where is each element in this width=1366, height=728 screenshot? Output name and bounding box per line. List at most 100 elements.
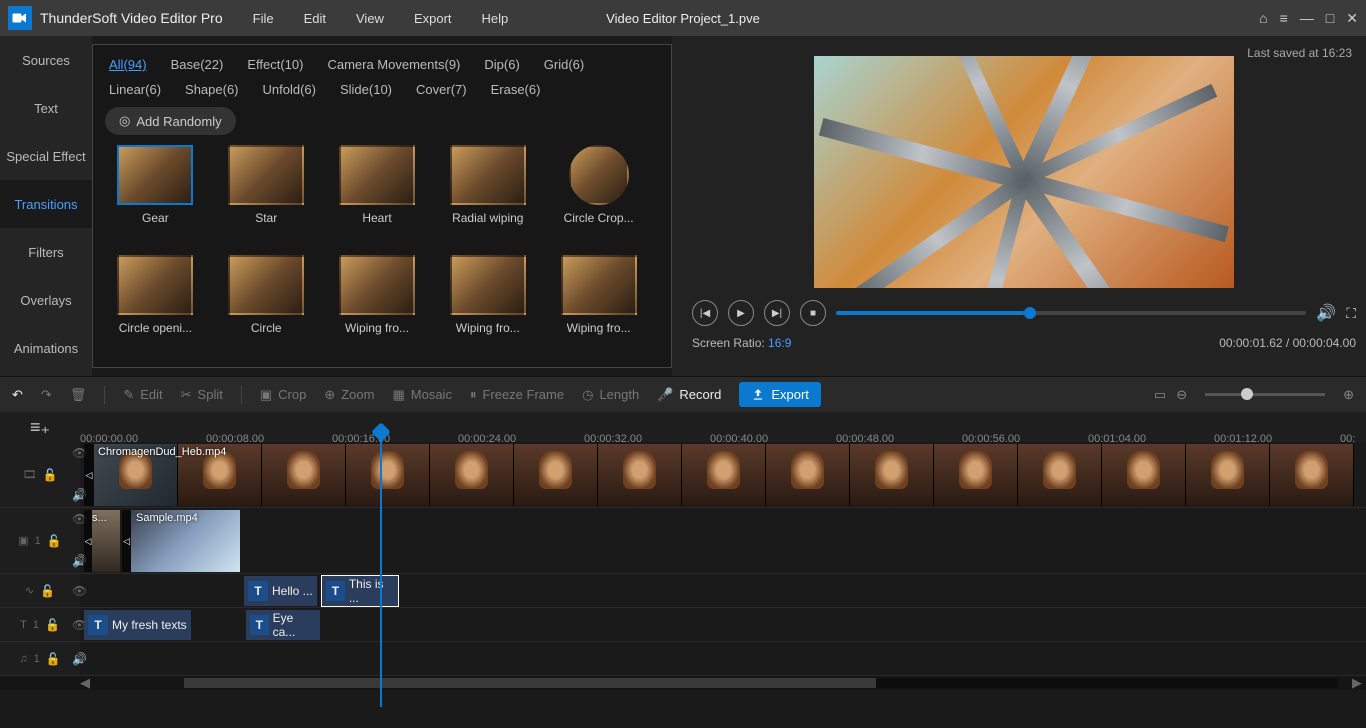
edit-tool[interactable]: ✎ Edit	[123, 387, 162, 403]
category-dip[interactable]: Dip(6)	[484, 57, 519, 72]
category-shape[interactable]: Shape(6)	[185, 82, 238, 97]
category-camera[interactable]: Camera Movements(9)	[327, 57, 460, 72]
zoom-in-icon[interactable]: ⊕	[1343, 387, 1354, 403]
menu-icon[interactable]: ≡	[1280, 10, 1288, 26]
video-clip-2b[interactable]: ◁ Sample.mp4	[122, 510, 240, 572]
lock-icon[interactable]: 🔓	[40, 584, 55, 598]
transition-label: Circle Crop...	[564, 211, 634, 225]
transition-thumb[interactable]	[117, 255, 193, 315]
sidebar-item-sources[interactable]: Sources	[0, 36, 92, 84]
visibility-icon[interactable]: 👁	[72, 584, 87, 598]
app-name: ThunderSoft Video Editor Pro	[40, 10, 223, 26]
playback-slider[interactable]	[836, 311, 1306, 315]
playback-time: 00:00:01.62 / 00:00:04.00	[1219, 336, 1356, 350]
category-erase[interactable]: Erase(6)	[491, 82, 541, 97]
transition-thumb[interactable]	[569, 145, 629, 205]
record-button[interactable]: 🎤 Record	[657, 387, 721, 403]
text-clip-1[interactable]: THello ...	[244, 576, 320, 606]
transition-label: Circle	[251, 321, 282, 335]
text-track-2-head: T 1 🔓	[0, 608, 80, 641]
video-track-2-head: ▣ 1 🔓	[0, 508, 80, 573]
minimize-icon[interactable]: —	[1300, 10, 1314, 26]
text-clip-2[interactable]: TThis is ...	[322, 576, 398, 606]
transition-thumb[interactable]	[450, 145, 526, 205]
lock-icon[interactable]: 🔓	[47, 534, 62, 548]
menu-help[interactable]: Help	[482, 11, 509, 26]
menu-file[interactable]: File	[253, 11, 274, 26]
screen-ratio-value[interactable]: 16:9	[768, 336, 791, 350]
transition-thumb[interactable]	[450, 255, 526, 315]
timeline: ≡₊ 00:00:00.0000:00:08.0000:00:16.0000:0…	[0, 412, 1366, 690]
transition-thumb[interactable]	[561, 255, 637, 315]
transition-thumb[interactable]	[117, 145, 193, 205]
redo-button[interactable]: ↷	[41, 387, 52, 403]
menu-view[interactable]: View	[356, 11, 384, 26]
transition-label: Radial wiping	[452, 211, 523, 225]
export-button[interactable]: Export	[739, 382, 821, 407]
zoom-out-icon[interactable]: ⊖	[1176, 387, 1187, 403]
freeze-frame-tool[interactable]: ⏸ Freeze Frame	[470, 387, 564, 403]
category-base[interactable]: Base(22)	[171, 57, 224, 72]
maximize-icon[interactable]: □	[1326, 10, 1334, 26]
category-linear[interactable]: Linear(6)	[109, 82, 161, 97]
main-menu: File Edit View Export Help	[253, 11, 509, 26]
audio-icon[interactable]: 🔊	[72, 652, 87, 666]
lock-icon[interactable]: 🔓	[46, 652, 61, 666]
length-tool[interactable]: ◷ Length	[582, 387, 639, 403]
prev-frame-button[interactable]: |◀	[692, 300, 718, 326]
audio-track-head: ♫ 1 🔓	[0, 642, 80, 675]
app-logo	[8, 6, 32, 30]
split-tool[interactable]: ✂ Split	[181, 387, 223, 403]
add-randomly-button[interactable]: ◎ Add Randomly	[105, 107, 236, 135]
lock-icon[interactable]: 🔓	[45, 618, 60, 632]
category-effect[interactable]: Effect(10)	[247, 57, 303, 72]
transition-label: Heart	[362, 211, 391, 225]
lock-icon[interactable]: 🔓	[43, 468, 58, 482]
fit-timeline-icon[interactable]: ▭	[1154, 387, 1166, 403]
transitions-grid: GearStarHeartRadial wipingCircle Crop...…	[105, 145, 659, 355]
next-frame-button[interactable]: ▶|	[764, 300, 790, 326]
home-icon[interactable]: ⌂	[1259, 10, 1267, 26]
track-text-icon: T	[20, 619, 27, 631]
sidebar-item-animations[interactable]: Animations	[0, 324, 92, 372]
playhead[interactable]	[380, 427, 382, 707]
mosaic-tool[interactable]: ▦ Mosaic	[392, 387, 451, 403]
transition-thumb[interactable]	[228, 255, 304, 315]
timeline-toolbar: ↶ ↷ 🗑 ✎ Edit ✂ Split ▣ Crop ⊕ Zoom ▦ Mos…	[0, 376, 1366, 412]
add-track-button[interactable]: ≡₊	[30, 417, 50, 438]
preview-canvas[interactable]	[814, 56, 1234, 288]
text-clip-4[interactable]: TEye ca...	[246, 610, 320, 640]
sidebar-item-overlays[interactable]: Overlays	[0, 276, 92, 324]
close-icon[interactable]: ✕	[1346, 10, 1358, 27]
category-unfold[interactable]: Unfold(6)	[263, 82, 316, 97]
sidebar-item-filters[interactable]: Filters	[0, 228, 92, 276]
category-grid[interactable]: Grid(6)	[544, 57, 584, 72]
video-clip-2a[interactable]: ◁ s...	[84, 510, 120, 572]
volume-icon[interactable]: 🔊	[1316, 303, 1336, 323]
sidebar-item-special-effect[interactable]: Special Effect	[0, 132, 92, 180]
category-slide[interactable]: Slide(10)	[340, 82, 392, 97]
video-clip-1[interactable]: ◁ ChromagenDud_Heb.mp4	[84, 444, 1354, 506]
track-pip-icon: ▣	[18, 534, 28, 547]
menu-edit[interactable]: Edit	[304, 11, 326, 26]
fullscreen-icon[interactable]: ⛶	[1346, 305, 1356, 322]
delete-button[interactable]: 🗑	[70, 387, 87, 403]
category-cover[interactable]: Cover(7)	[416, 82, 467, 97]
undo-button[interactable]: ↶	[12, 387, 23, 403]
timeline-h-scrollbar[interactable]: ◀ ▶	[0, 676, 1366, 690]
clip-handle-left[interactable]: ◁	[84, 444, 94, 506]
sidebar-item-transitions[interactable]: Transitions	[0, 180, 92, 228]
transition-thumb[interactable]	[228, 145, 304, 205]
crop-tool[interactable]: ▣ Crop	[260, 387, 306, 403]
stop-button[interactable]: ■	[800, 300, 826, 326]
text-clip-3[interactable]: TMy fresh texts	[84, 610, 244, 640]
zoom-slider[interactable]	[1205, 393, 1325, 396]
transition-thumb[interactable]	[339, 145, 415, 205]
transition-thumb[interactable]	[339, 255, 415, 315]
zoom-tool[interactable]: ⊕ Zoom	[324, 387, 374, 403]
category-all[interactable]: All(94)	[109, 57, 147, 72]
sidebar-item-text[interactable]: Text	[0, 84, 92, 132]
preview-area: Last saved at 16:23 |◀ ▶ ▶| ■ 🔊 ⛶ Screen…	[672, 36, 1366, 376]
menu-export[interactable]: Export	[414, 11, 452, 26]
play-button[interactable]: ▶	[728, 300, 754, 326]
